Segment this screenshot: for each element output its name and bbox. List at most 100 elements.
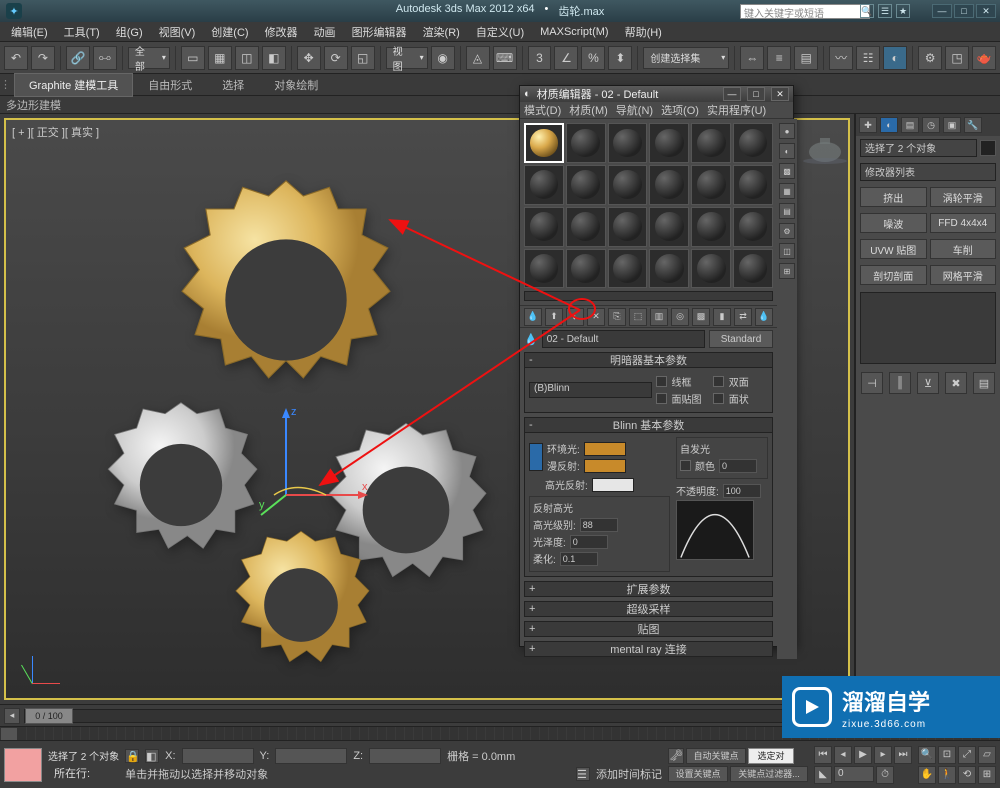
me-maximize[interactable]: □ [747, 87, 765, 101]
me-minimize[interactable]: — [723, 87, 741, 101]
modifier-stack[interactable] [860, 292, 996, 364]
render-frame-button[interactable]: ◳ [945, 46, 969, 70]
shader-dropdown[interactable]: (B)Blinn [529, 382, 652, 398]
me-roll-ss[interactable]: +超级采样 [524, 601, 773, 617]
me-backlight-icon[interactable]: ◐ [779, 143, 795, 159]
unlink-button[interactable]: ⧟ [93, 46, 117, 70]
pan-button[interactable]: ✋ [918, 766, 936, 784]
me-menu-opt[interactable]: 选项(O) [661, 102, 699, 118]
snap-percent-button[interactable]: % [581, 46, 605, 70]
select-button[interactable]: ▭ [181, 46, 205, 70]
ambient-swatch[interactable] [584, 442, 626, 456]
spinner-snap-button[interactable]: ⬍ [608, 46, 632, 70]
me-slot-13[interactable] [524, 207, 564, 247]
me-hscroll[interactable] [524, 291, 773, 301]
me-roll-mr[interactable]: +mental ray 连接 [524, 641, 773, 657]
me-slot-4[interactable] [649, 123, 689, 163]
me-sample-type-icon[interactable]: ● [779, 123, 795, 139]
stack-show-icon[interactable]: ║ [889, 372, 911, 394]
frame-input[interactable]: 0 [834, 766, 874, 782]
diffuse-swatch[interactable] [584, 459, 626, 473]
me-menu-util[interactable]: 实用程序(U) [707, 102, 766, 118]
mod-noise[interactable]: 噪波 [860, 213, 927, 233]
gloss-spin[interactable]: 0 [570, 535, 608, 549]
me-slot-6[interactable] [733, 123, 773, 163]
ribbon-tab-graphite[interactable]: Graphite 建模工具 [14, 73, 133, 97]
time-config-button[interactable]: ⏱ [876, 766, 894, 784]
me-slot-7[interactable] [524, 165, 564, 205]
me-roll-maps[interactable]: +贴图 [524, 621, 773, 637]
menu-help[interactable]: 帮助(H) [618, 22, 669, 42]
me-slot-15[interactable] [608, 207, 648, 247]
stack-config-icon[interactable]: ▤ [973, 372, 995, 394]
align-button[interactable]: ≡ [767, 46, 791, 70]
center-button[interactable]: ◉ [431, 46, 455, 70]
me-slot-22[interactable] [649, 249, 689, 289]
star-icon[interactable]: ★ [896, 4, 910, 18]
viewport-label[interactable]: [ + ][ 正交 ][ 真实 ] [12, 124, 99, 140]
specular-swatch[interactable] [592, 478, 634, 492]
mod-mesh[interactable]: 网格平滑 [930, 265, 997, 285]
snap-angle-button[interactable]: ∠ [554, 46, 578, 70]
me-slot-9[interactable] [608, 165, 648, 205]
soft-spin[interactable]: 0.1 [560, 552, 598, 566]
menu-custom[interactable]: 自定义(U) [469, 22, 531, 42]
cp-display-tab[interactable]: ▣ [943, 117, 961, 133]
me-uv-icon[interactable]: ▦ [779, 183, 795, 199]
stack-unique-icon[interactable]: ⊻ [917, 372, 939, 394]
color-swatch[interactable] [980, 140, 996, 156]
me-select-icon[interactable]: ◫ [779, 243, 795, 259]
me-slot-5[interactable] [691, 123, 731, 163]
setkey-button[interactable]: 设置关键点 [668, 766, 728, 782]
mod-extrude[interactable]: 挤出 [860, 187, 927, 207]
wire-check[interactable] [656, 376, 667, 387]
me-show-end-button[interactable]: ▮ [713, 308, 731, 326]
link-button[interactable]: 🔗 [66, 46, 90, 70]
me-roll-shader[interactable]: -明暗器基本参数 [524, 352, 773, 368]
me-show-map-button[interactable]: ▩ [692, 308, 710, 326]
named-sel-dropdown[interactable]: 创建选择集 [643, 47, 729, 69]
me-close[interactable]: ✕ [771, 87, 789, 101]
menu-render[interactable]: 渲染(R) [416, 22, 467, 42]
menu-tools[interactable]: 工具(T) [57, 22, 107, 42]
menu-view[interactable]: 视图(V) [152, 22, 203, 42]
teapot-widget[interactable] [800, 128, 850, 164]
cp-hierarchy-tab[interactable]: ▤ [901, 117, 919, 133]
manip-button[interactable]: ◬ [466, 46, 490, 70]
maximize-button[interactable]: □ [954, 4, 974, 18]
gear-gold-small[interactable] [216, 520, 386, 690]
mirror-button[interactable]: ⇔ [740, 46, 764, 70]
me-slot-10[interactable] [649, 165, 689, 205]
keyfilter-button[interactable]: 关键点过滤器... [730, 766, 808, 782]
y-input[interactable] [275, 748, 347, 764]
lock-icon[interactable]: 🔒 [125, 749, 139, 763]
walk-button[interactable]: 🚶 [938, 766, 956, 784]
me-slot-20[interactable] [566, 249, 606, 289]
redo-button[interactable]: ↷ [31, 46, 55, 70]
ribbon-tab-paint[interactable]: 对象绘制 [259, 73, 333, 97]
layer-button[interactable]: ▤ [794, 46, 818, 70]
help-icon[interactable]: 🔍 [860, 4, 874, 18]
account-icon[interactable]: ☰ [878, 4, 892, 18]
me-reset-button[interactable]: ✕ [587, 308, 605, 326]
play-button[interactable]: ▶ [854, 746, 872, 764]
stack-pin-icon[interactable]: ⊣ [861, 372, 883, 394]
menu-script[interactable]: MAXScript(M) [533, 24, 615, 40]
menu-create[interactable]: 创建(C) [204, 22, 255, 42]
cp-create-tab[interactable]: ✚ [859, 117, 877, 133]
mod-ffd[interactable]: FFD 4x4x4 [930, 213, 997, 233]
move-button[interactable]: ✥ [297, 46, 321, 70]
z-input[interactable] [369, 748, 441, 764]
cp-motion-tab[interactable]: ◷ [922, 117, 940, 133]
me-put-button[interactable]: ⬆ [545, 308, 563, 326]
me-slot-2[interactable] [566, 123, 606, 163]
me-slot-19[interactable] [524, 249, 564, 289]
me-menu-mat[interactable]: 材质(M) [569, 102, 608, 118]
me-put-lib-button[interactable]: ▥ [650, 308, 668, 326]
me-slot-23[interactable] [691, 249, 731, 289]
spec-level-spin[interactable]: 88 [580, 518, 618, 532]
key-icon[interactable]: 🗝 [668, 748, 684, 764]
select-name-button[interactable]: ▦ [208, 46, 232, 70]
menu-group[interactable]: 组(G) [109, 22, 150, 42]
me-menu-nav[interactable]: 导航(N) [616, 102, 653, 118]
